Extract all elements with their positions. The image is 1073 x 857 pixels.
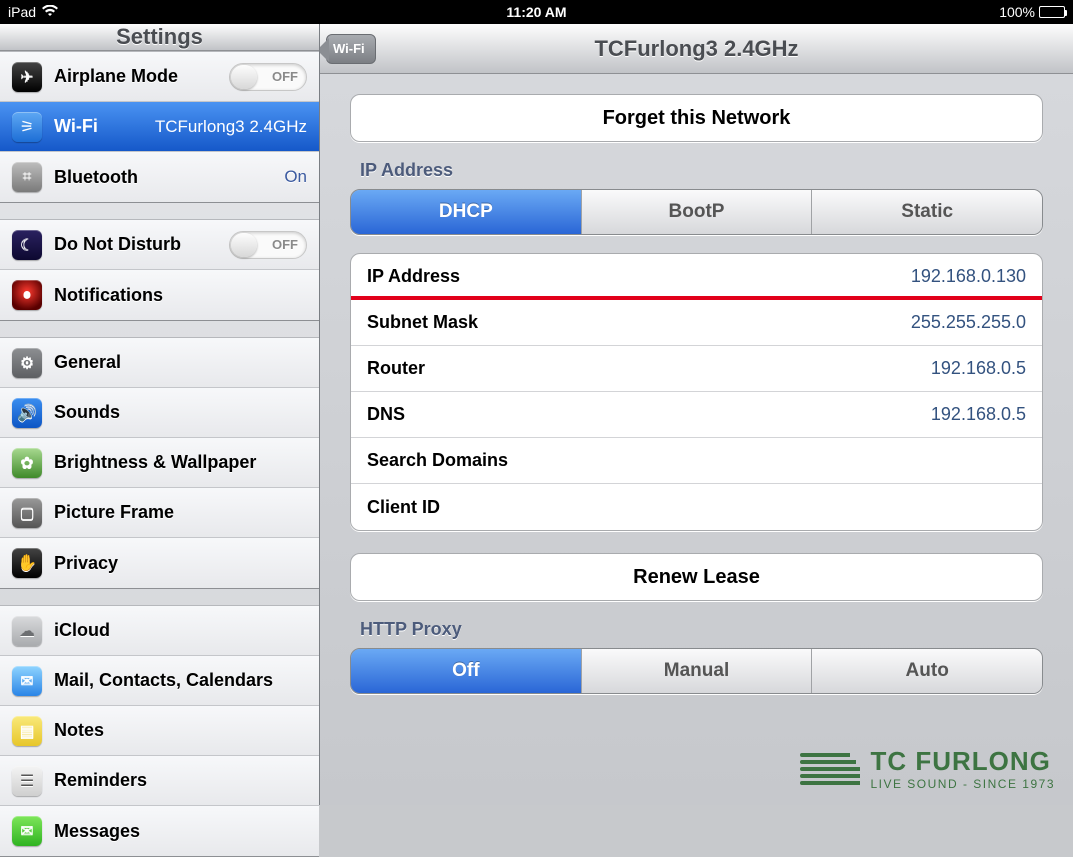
rem-icon: ☰	[12, 766, 42, 796]
sidebar-item-do-not-disturb[interactable]: ☾ Do Not Disturb OFF	[0, 220, 319, 270]
bt-icon: ⌗	[12, 162, 42, 192]
renew-lease-button[interactable]: Renew Lease	[350, 553, 1043, 601]
ip-row-value: 192.168.0.5	[931, 358, 1026, 379]
gear-icon: ⚙	[12, 348, 42, 378]
sidebar-item-label: Notes	[54, 720, 104, 741]
sidebar-item-notifications[interactable]: ● Notifications	[0, 270, 319, 320]
ip-row-search-domains[interactable]: Search Domains	[351, 438, 1042, 484]
toggle-do-not-disturb[interactable]: OFF	[229, 231, 307, 259]
proxy-tab-off[interactable]: Off	[351, 649, 582, 693]
detail-pane: Wi-Fi TCFurlong3 2.4GHz Forget this Netw…	[320, 24, 1073, 805]
sidebar-item-messages[interactable]: ✉ Messages	[0, 806, 319, 856]
sidebar-item-brightness-wallpaper[interactable]: ✿ Brightness & Wallpaper	[0, 438, 319, 488]
forget-network-button[interactable]: Forget this Network	[350, 94, 1043, 142]
sidebar-item-label: Bluetooth	[54, 167, 138, 188]
proxy-mode-segmented[interactable]: OffManualAuto	[350, 648, 1043, 694]
sidebar-item-airplane-mode[interactable]: ✈ Airplane Mode OFF	[0, 52, 319, 102]
sidebar-item-picture-frame[interactable]: ▢ Picture Frame	[0, 488, 319, 538]
ip-row-label: Client ID	[367, 497, 440, 518]
sidebar-item-label: iCloud	[54, 620, 110, 641]
sidebar-item-general[interactable]: ⚙ General	[0, 338, 319, 388]
ip-row-router[interactable]: Router 192.168.0.5	[351, 346, 1042, 392]
battery-icon	[1039, 6, 1065, 18]
sidebar-item-reminders[interactable]: ☰ Reminders	[0, 756, 319, 806]
notes-icon: ▤	[12, 716, 42, 746]
bright-icon: ✿	[12, 448, 42, 478]
sidebar-item-icloud[interactable]: ☁ iCloud	[0, 606, 319, 656]
ip-row-label: Search Domains	[367, 450, 508, 471]
airplane-icon: ✈	[12, 62, 42, 92]
ip-row-label: IP Address	[367, 266, 460, 287]
proxy-tab-manual[interactable]: Manual	[582, 649, 813, 693]
sound-icon: 🔊	[12, 398, 42, 428]
sidebar-item-privacy[interactable]: ✋ Privacy	[0, 538, 319, 588]
sidebar-item-label: Reminders	[54, 770, 147, 791]
settings-sidebar: Settings ✈ Airplane Mode OFF ⚞ Wi-Fi TCFurlon…	[0, 24, 320, 805]
status-time: 11:20 AM	[0, 4, 1073, 20]
sidebar-item-label: Brightness & Wallpaper	[54, 452, 256, 473]
sidebar-item-label: Do Not Disturb	[54, 234, 181, 255]
ip-tab-bootp[interactable]: BootP	[582, 190, 813, 234]
sidebar-item-label: Sounds	[54, 402, 120, 423]
watermark: TC FURLONG LIVE SOUND - SINCE 1973	[800, 746, 1055, 791]
sidebar-item-bluetooth[interactable]: ⌗ Bluetooth On	[0, 152, 319, 202]
detail-navbar: Wi-Fi TCFurlong3 2.4GHz	[320, 24, 1073, 74]
cloud-icon: ☁	[12, 616, 42, 646]
priv-icon: ✋	[12, 548, 42, 578]
ip-row-ip-address[interactable]: IP Address 192.168.0.130	[351, 254, 1042, 300]
ip-row-subnet-mask[interactable]: Subnet Mask 255.255.255.0	[351, 300, 1042, 346]
sidebar-item-mail-contacts-calendars[interactable]: ✉ Mail, Contacts, Calendars	[0, 656, 319, 706]
msg-icon: ✉	[12, 816, 42, 846]
sidebar-item-value: On	[284, 167, 307, 187]
notif-icon: ●	[12, 280, 42, 310]
ip-section-label: IP Address	[360, 160, 1043, 181]
sidebar-item-sounds[interactable]: 🔊 Sounds	[0, 388, 319, 438]
sidebar-item-label: Airplane Mode	[54, 66, 178, 87]
toggle-airplane-mode[interactable]: OFF	[229, 63, 307, 91]
wifi-icon: ⚞	[12, 112, 42, 142]
sidebar-title: Settings	[116, 24, 203, 50]
ip-row-label: DNS	[367, 404, 405, 425]
sidebar-item-label: Privacy	[54, 553, 118, 574]
ip-row-client-id[interactable]: Client ID	[351, 484, 1042, 530]
ip-row-value: 255.255.255.0	[911, 312, 1026, 333]
sidebar-item-label: Mail, Contacts, Calendars	[54, 670, 273, 691]
sidebar-item-value: TCFurlong3 2.4GHz	[155, 117, 307, 137]
mail-icon: ✉	[12, 666, 42, 696]
sidebar-navbar: Settings	[0, 24, 319, 51]
ip-table: IP Address 192.168.0.130 Subnet Mask 255.25…	[350, 253, 1043, 531]
back-button[interactable]: Wi-Fi	[326, 34, 376, 64]
proxy-tab-auto[interactable]: Auto	[812, 649, 1042, 693]
ip-row-label: Subnet Mask	[367, 312, 478, 333]
sidebar-item-label: Wi-Fi	[54, 116, 98, 137]
ip-tab-static[interactable]: Static	[812, 190, 1042, 234]
frame-icon: ▢	[12, 498, 42, 528]
sidebar-item-label: Notifications	[54, 285, 163, 306]
device-label: iPad	[8, 4, 36, 20]
ip-tab-dhcp[interactable]: DHCP	[351, 190, 582, 234]
ip-row-value: 192.168.0.130	[911, 266, 1026, 287]
sidebar-item-label: General	[54, 352, 121, 373]
dnd-icon: ☾	[12, 230, 42, 260]
sidebar-item-label: Messages	[54, 821, 140, 842]
ip-row-dns[interactable]: DNS 192.168.0.5	[351, 392, 1042, 438]
sidebar-item-notes[interactable]: ▤ Notes	[0, 706, 319, 756]
ip-row-label: Router	[367, 358, 425, 379]
sidebar-item-wi-fi[interactable]: ⚞ Wi-Fi TCFurlong3 2.4GHz	[0, 102, 319, 152]
status-bar: iPad 11:20 AM 100%	[0, 0, 1073, 24]
sidebar-item-label: Picture Frame	[54, 502, 174, 523]
proxy-section-label: HTTP Proxy	[360, 619, 1043, 640]
ip-row-value: 192.168.0.5	[931, 404, 1026, 425]
battery-percent: 100%	[999, 4, 1035, 20]
wifi-icon	[42, 4, 58, 20]
ip-mode-segmented[interactable]: DHCPBootPStatic	[350, 189, 1043, 235]
detail-title: TCFurlong3 2.4GHz	[594, 36, 798, 62]
